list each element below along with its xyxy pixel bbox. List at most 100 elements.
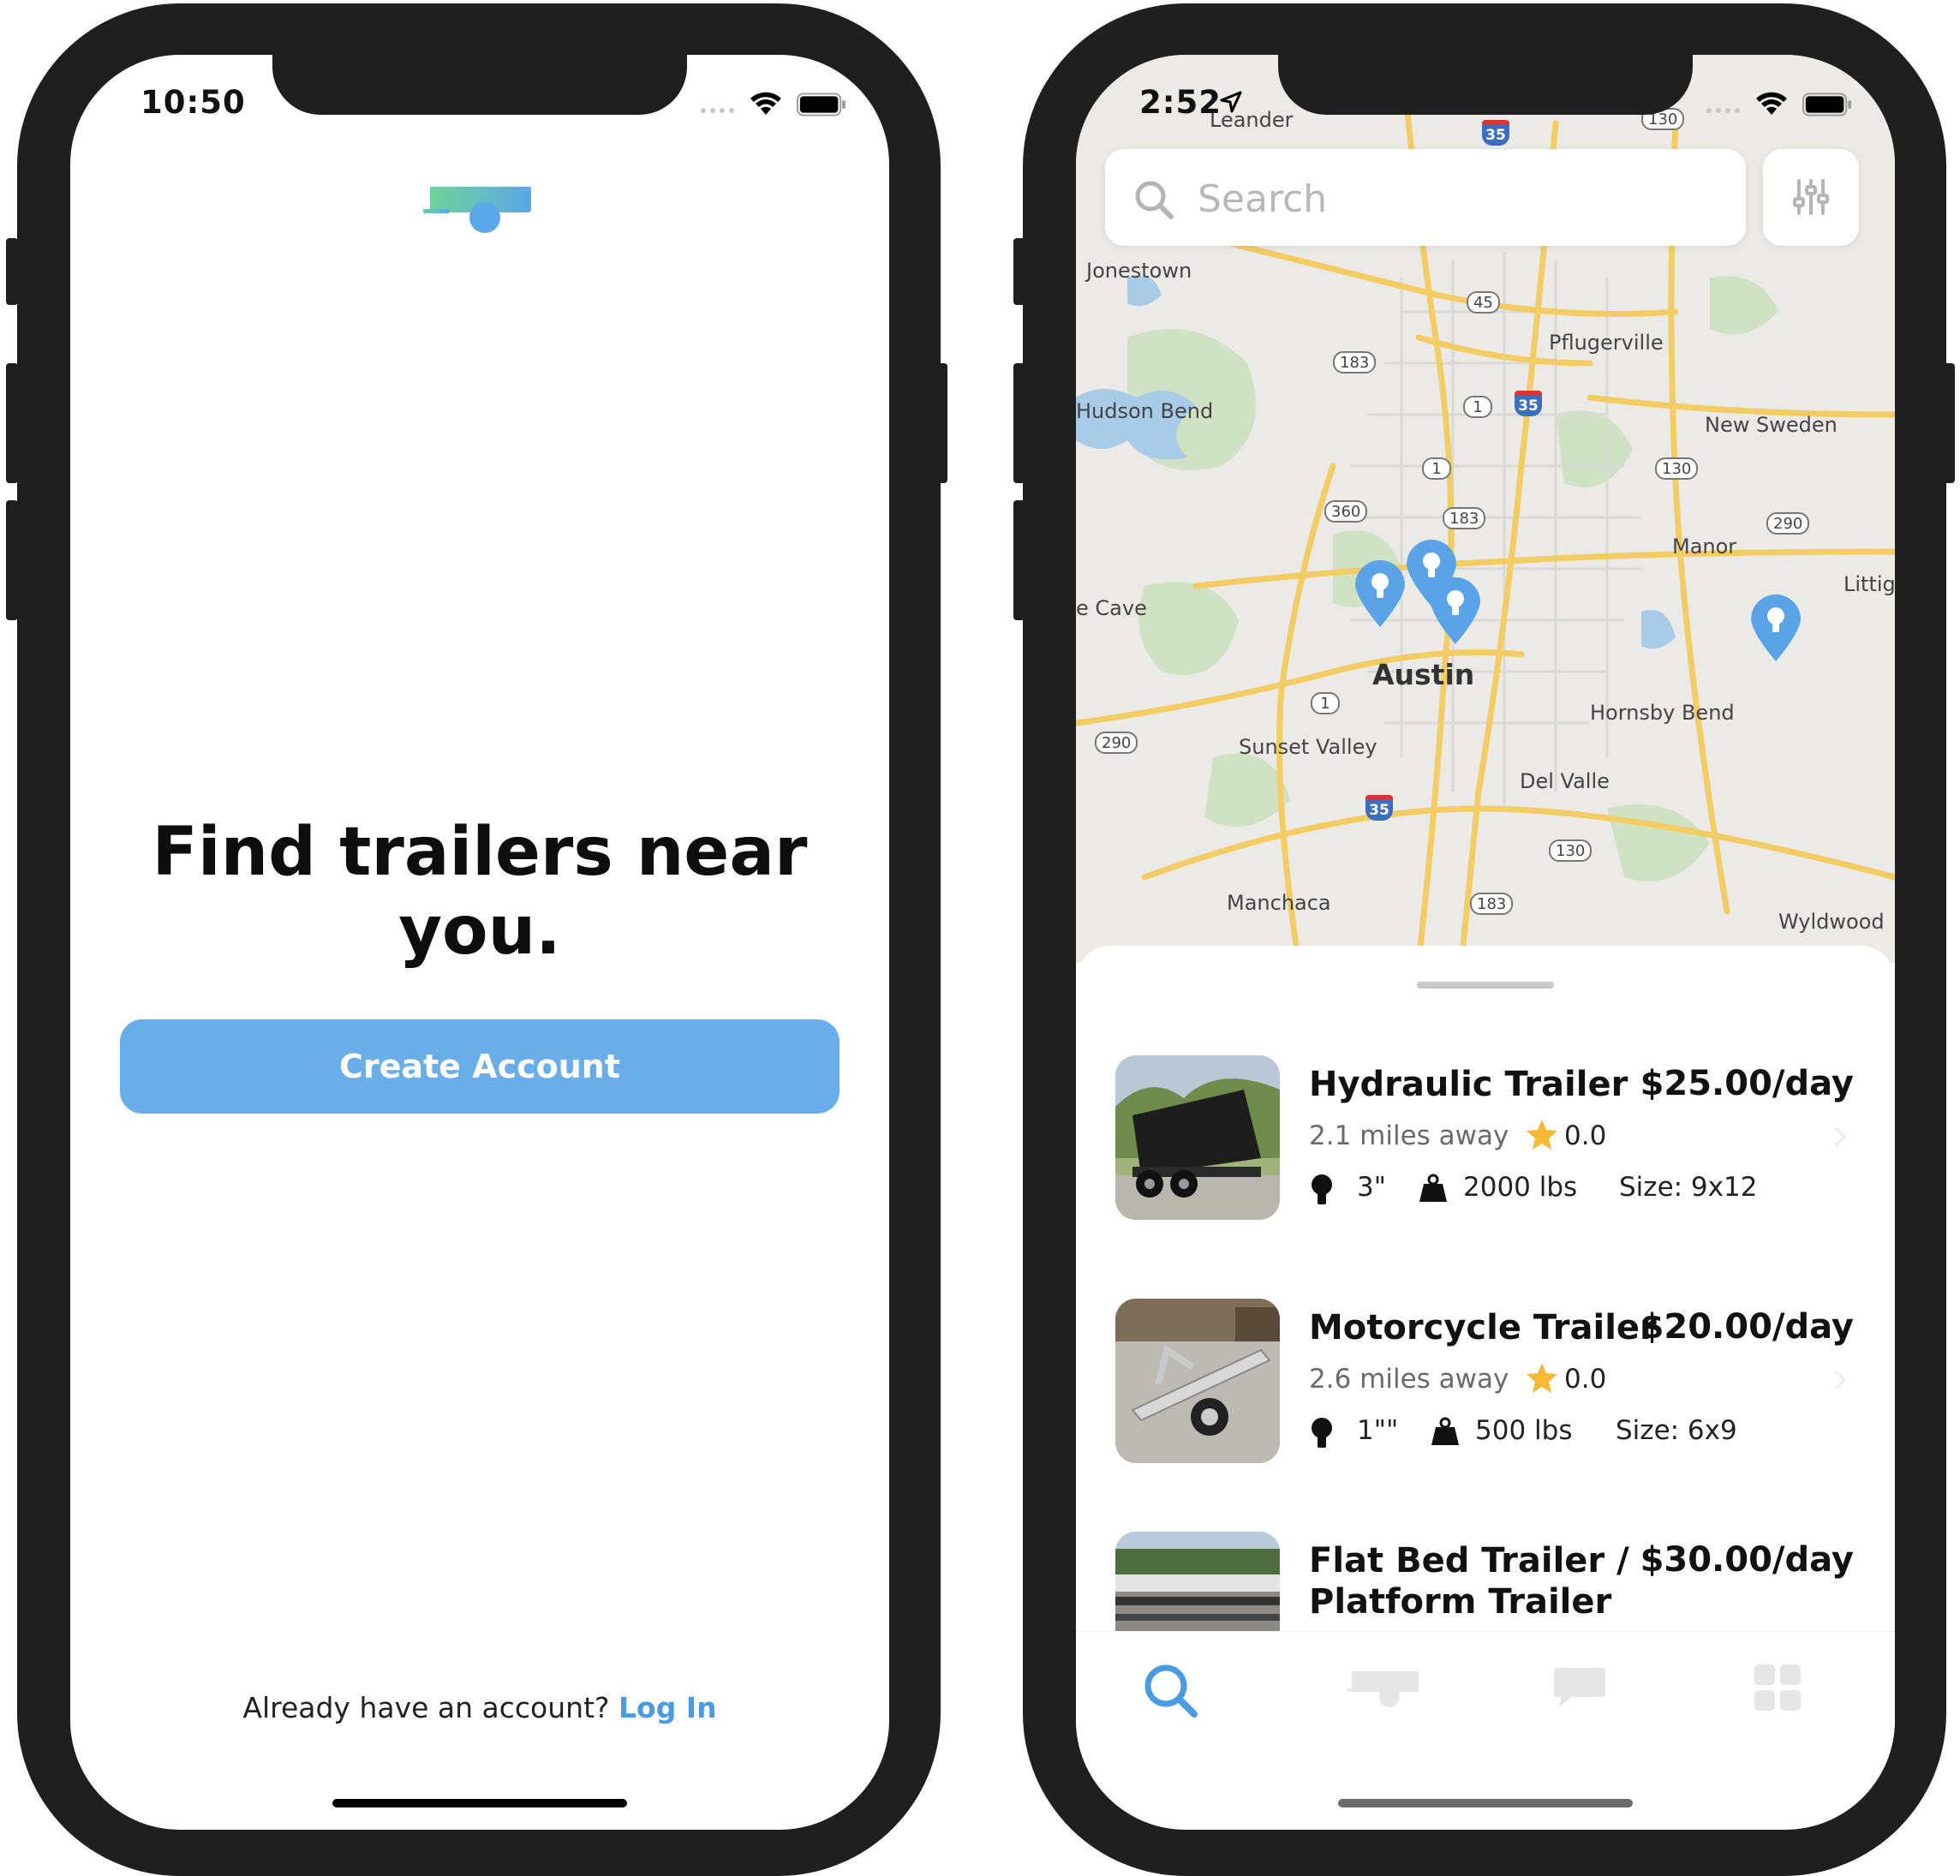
- sheet-grabber[interactable]: [1417, 982, 1554, 989]
- star-icon: [1527, 1363, 1557, 1393]
- hitch-ball-icon: [1312, 1174, 1332, 1204]
- trailer-map-pin[interactable]: [1748, 591, 1804, 663]
- create-account-button[interactable]: Create Account: [120, 1019, 840, 1114]
- login-link[interactable]: Log In: [618, 1691, 717, 1724]
- map-label-manor: Manor: [1672, 535, 1737, 559]
- highway-shield-35: 35: [1515, 391, 1542, 416]
- listing-distance: 2.1 miles away: [1309, 1120, 1509, 1151]
- status-time: 2:52: [1139, 84, 1222, 121]
- weight-icon: [1431, 1417, 1459, 1445]
- road-shield-360: 360: [1324, 500, 1368, 523]
- hitch-size: 1"": [1357, 1415, 1399, 1446]
- list-item[interactable]: Hydraulic Trailer $25.00/day 2.1 miles a…: [1076, 1055, 1895, 1227]
- trailer-logo-icon: [423, 187, 531, 233]
- login-prompt: Already have an account? Log In: [70, 1691, 889, 1724]
- welcome-headline: Find trailers near you.: [70, 813, 889, 971]
- map-search-screen: Leander Jonestown Pflugerville Hudson Be…: [1076, 55, 1895, 1830]
- weight-capacity: 500 lbs: [1475, 1415, 1573, 1446]
- listing-distance: 2.6 miles away: [1309, 1364, 1509, 1395]
- listing-price: $25.00/day: [1640, 1064, 1854, 1103]
- trailer-map-pin[interactable]: [1352, 557, 1408, 629]
- map-label-austin: Austin: [1372, 658, 1475, 691]
- left-phone-volume-up: [6, 363, 18, 483]
- listing-title: Flat Bed Trailer / Platform Trailer: [1309, 1540, 1629, 1622]
- trailer-size: Size: 9x12: [1619, 1172, 1758, 1203]
- trailer-map-pin[interactable]: [1427, 574, 1484, 646]
- map-label-manchaca: Manchaca: [1227, 891, 1331, 915]
- filter-button[interactable]: [1763, 149, 1859, 246]
- notch: [1278, 55, 1693, 115]
- left-phone-silent-switch: [6, 238, 18, 305]
- left-phone: 10:50 Find trailers near you. Create Acc…: [17, 3, 941, 1876]
- home-indicator[interactable]: [1338, 1799, 1633, 1807]
- headline-line-2: you.: [398, 893, 561, 970]
- grid-icon: [1754, 1664, 1801, 1711]
- map-label-the-cave: e Cave: [1076, 596, 1147, 620]
- road-shield-1: 1: [1311, 692, 1340, 714]
- road-shield-130: 130: [1655, 457, 1699, 480]
- search-placeholder: Search: [1198, 177, 1328, 221]
- search-icon: [1144, 1664, 1198, 1718]
- location-arrow-icon: [1220, 91, 1242, 113]
- map-label-hudson-bend: Hudson Bend: [1076, 399, 1214, 423]
- map-label-sunset-valley: Sunset Valley: [1239, 735, 1377, 759]
- battery-icon: [797, 93, 846, 117]
- road-shield-45: 45: [1467, 291, 1500, 314]
- headline-line-1: Find trailers near: [152, 814, 808, 891]
- road-shield-183: 183: [1470, 893, 1514, 915]
- tab-bar: [1076, 1631, 1895, 1768]
- road-shield-130: 130: [1549, 839, 1592, 862]
- map-label-new-sweden: New Sweden: [1705, 413, 1838, 437]
- trailer-photo: [1115, 1055, 1280, 1220]
- wifi-icon: [750, 92, 781, 115]
- road-shield-183: 183: [1333, 351, 1377, 373]
- highway-shield-35: 35: [1365, 795, 1393, 821]
- search-icon: [1135, 181, 1174, 219]
- map-label-wyldwood: Wyldwood: [1778, 910, 1885, 934]
- trailer-photo: [1115, 1299, 1280, 1463]
- listing-title-line-1: Flat Bed Trailer /: [1309, 1541, 1629, 1580]
- road-shield-290: 290: [1766, 512, 1810, 535]
- listing-title-line-2: Platform Trailer: [1309, 1582, 1612, 1622]
- map-label-del-valle: Del Valle: [1520, 769, 1610, 793]
- listings-sheet[interactable]: Hydraulic Trailer $25.00/day 2.1 miles a…: [1076, 946, 1895, 1691]
- wifi-icon: [1756, 92, 1787, 115]
- tab-more[interactable]: [1753, 1663, 1821, 1731]
- listing-price: $30.00/day: [1640, 1540, 1854, 1580]
- notch: [272, 55, 687, 115]
- listing-rating: 0.0: [1564, 1364, 1607, 1395]
- tab-trailers[interactable]: [1347, 1663, 1419, 1731]
- trailer-size: Size: 6x9: [1616, 1415, 1737, 1446]
- road-shield-290: 290: [1095, 732, 1138, 754]
- listing-title: Hydraulic Trailer: [1309, 1065, 1628, 1104]
- hitch-size: 3": [1357, 1172, 1386, 1203]
- listing-title: Motorcycle Trailer: [1309, 1308, 1657, 1347]
- chevron-right-icon: [1834, 1126, 1847, 1147]
- battery-icon: [1802, 93, 1852, 117]
- star-icon: [1527, 1120, 1557, 1150]
- road-shield-1: 1: [1422, 457, 1451, 480]
- right-phone: Leander Jonestown Pflugerville Hudson Be…: [1023, 3, 1946, 1876]
- chat-icon: [1554, 1668, 1605, 1707]
- map-label-jonestown: Jonestown: [1086, 259, 1192, 283]
- chevron-right-icon: [1834, 1370, 1847, 1390]
- list-item[interactable]: Motorcycle Trailer $20.00/day 2.6 miles …: [1076, 1299, 1895, 1470]
- tab-search[interactable]: [1143, 1663, 1211, 1731]
- login-prompt-text: Already have an account?: [242, 1691, 610, 1724]
- map-label-littig: Littig: [1843, 572, 1895, 596]
- hitch-ball-icon: [1312, 1418, 1332, 1448]
- trailer-icon: [1347, 1671, 1419, 1707]
- road-shield-183: 183: [1443, 507, 1486, 529]
- road-shield-1: 1: [1463, 396, 1492, 418]
- home-indicator[interactable]: [332, 1799, 627, 1807]
- listing-price: $20.00/day: [1640, 1307, 1854, 1347]
- left-phone-volume-down: [6, 500, 18, 620]
- search-input[interactable]: Search: [1105, 149, 1746, 246]
- map-label-pflugerville: Pflugerville: [1549, 331, 1664, 355]
- welcome-screen: 10:50 Find trailers near you. Create Acc…: [70, 55, 889, 1830]
- weight-icon: [1419, 1174, 1447, 1202]
- listing-rating: 0.0: [1564, 1120, 1607, 1151]
- map-label-hornsby-bend: Hornsby Bend: [1590, 701, 1735, 725]
- status-time: 10:50: [140, 84, 246, 121]
- tab-messages[interactable]: [1552, 1663, 1621, 1731]
